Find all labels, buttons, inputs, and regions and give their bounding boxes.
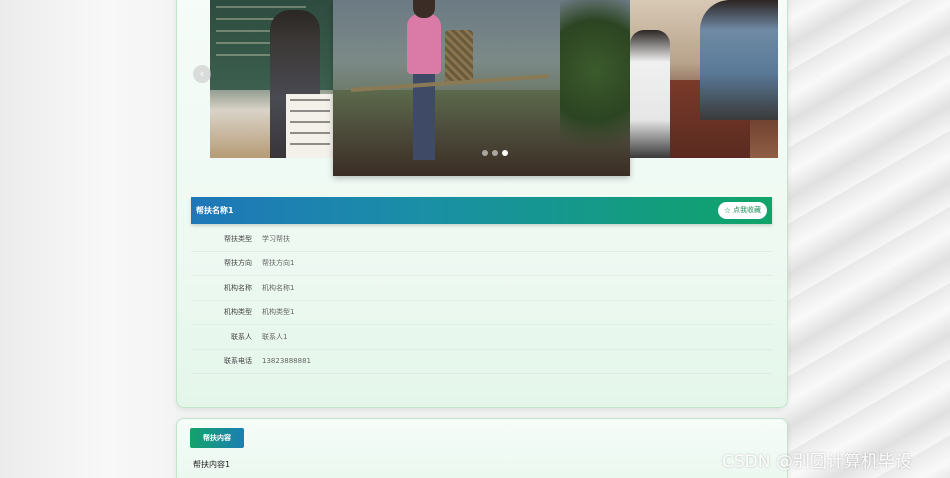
info-value: 学习帮扶 [262, 234, 290, 243]
detail-info-table: 帮扶类型 学习帮扶 帮扶方向 帮扶方向1 机构名称 机构名称1 机构类型 机构类… [191, 227, 772, 374]
carousel-dot[interactable] [492, 150, 498, 156]
page-background-left [0, 0, 176, 478]
carousel-dots [482, 150, 508, 158]
info-value: 帮扶方向1 [262, 259, 295, 268]
info-label: 联系电话 [224, 357, 252, 366]
carousel-slide-prev[interactable] [210, 0, 334, 158]
page-background-right [780, 0, 950, 478]
slide-image-detail [407, 14, 441, 74]
info-row: 机构类型 机构类型1 [191, 301, 772, 325]
info-label: 机构类型 [224, 308, 252, 317]
info-value: 13823888881 [262, 357, 311, 366]
slide-image-detail [445, 30, 473, 84]
content-card [176, 418, 788, 478]
info-row: 机构名称 机构名称1 [191, 276, 772, 301]
tab-content[interactable]: 帮扶内容 [190, 428, 244, 448]
info-row: 帮扶方向 帮扶方向1 [191, 252, 772, 276]
info-row: 联系人 联系人1 [191, 325, 772, 350]
chevron-left-icon[interactable]: ‹ [193, 65, 211, 83]
info-value: 联系人1 [262, 332, 288, 341]
slide-image-detail [630, 30, 670, 158]
info-label: 帮扶类型 [224, 234, 252, 243]
detail-title-bar: 帮扶名称1 ☆ 点我收藏 [191, 197, 772, 224]
info-label: 机构名称 [224, 283, 252, 292]
info-label: 联系人 [231, 332, 252, 341]
image-carousel[interactable]: ‹ [176, 0, 788, 178]
info-label: 帮扶方向 [224, 259, 252, 268]
watermark: CSDN @别圆计算机毕设 [722, 452, 912, 472]
slide-image-detail [560, 0, 630, 176]
favorite-button[interactable]: ☆ 点我收藏 [717, 202, 767, 219]
content-text: 帮扶内容1 [193, 460, 231, 469]
favorite-button-label: 点我收藏 [733, 206, 761, 214]
carousel-slide-next[interactable] [630, 0, 778, 158]
carousel-dot[interactable] [482, 150, 488, 156]
info-row: 联系电话 13823888881 [191, 350, 772, 374]
detail-title: 帮扶名称1 [196, 206, 234, 215]
star-icon: ☆ [723, 206, 731, 215]
carousel-dot-active[interactable] [502, 150, 508, 156]
info-row: 帮扶类型 学习帮扶 [191, 227, 772, 252]
info-value: 机构类型1 [262, 308, 295, 317]
slide-image-detail [290, 98, 330, 154]
slide-image-detail [413, 0, 435, 18]
slide-image-detail [700, 0, 778, 120]
info-value: 机构名称1 [262, 283, 295, 292]
